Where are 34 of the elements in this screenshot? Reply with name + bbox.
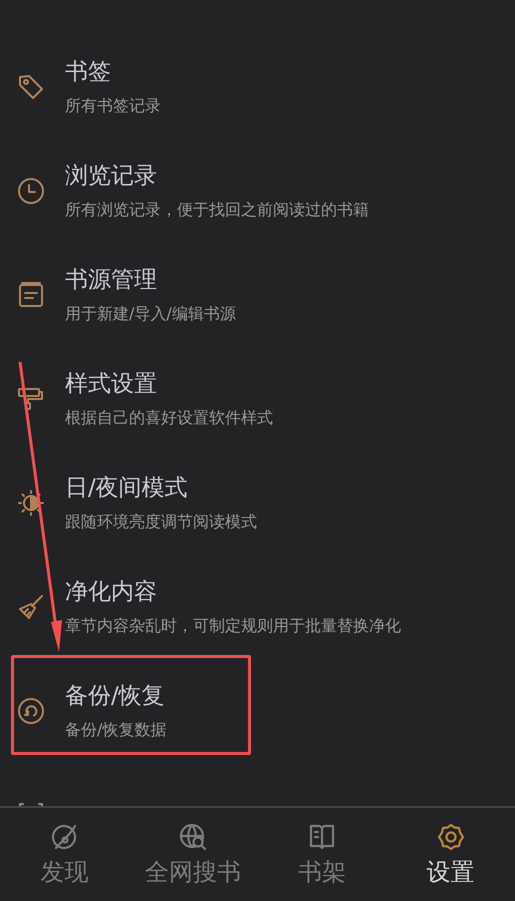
settings-item[interactable]: 书源管理 用于新建/导入/编辑书源	[0, 243, 515, 347]
item-title: 书签	[65, 58, 112, 87]
item-title: 样式设置	[65, 370, 158, 399]
item-subtitle: 所有书签记录	[65, 95, 161, 117]
nav-tab[interactable]: 全网搜书	[128, 808, 258, 901]
item-subtitle: 备份/恢复数据	[65, 719, 166, 741]
clock-icon	[17, 177, 45, 205]
item-title: 浏览记录	[65, 162, 158, 191]
item-title: 净化内容	[65, 578, 158, 607]
settings-item[interactable]: 净化内容 章节内容杂乱时，可制定规则用于批量替换净化	[0, 555, 515, 659]
item-title: 书源管理	[65, 266, 158, 295]
nav-tab[interactable]: 书架	[258, 808, 386, 901]
paint-roller-icon	[17, 385, 45, 413]
item-subtitle: 跟随环境亮度调节阅读模式	[65, 511, 257, 533]
nav-tab[interactable]: 设置	[386, 808, 515, 901]
item-subtitle: 所有浏览记录，便于找回之前阅读过的书籍	[65, 199, 369, 221]
contrast-icon	[17, 489, 45, 517]
settings-item[interactable]: 样式设置 根据自己的喜好设置软件样式	[0, 347, 515, 451]
document-icon	[17, 281, 45, 309]
item-title: 日/夜间模式	[65, 474, 189, 503]
nav-tab[interactable]: 发现	[0, 808, 129, 901]
globe-search-icon	[178, 822, 208, 852]
settings-item[interactable]: 书签 所有书签记录	[0, 35, 515, 139]
restore-icon	[17, 697, 45, 725]
settings-item[interactable]: 备份/恢复 备份/恢复数据	[0, 659, 515, 763]
broom-icon	[17, 593, 45, 621]
item-subtitle: 根据自己的喜好设置软件样式	[65, 407, 273, 429]
tag-icon	[17, 73, 45, 101]
item-subtitle: 章节内容杂乱时，可制定规则用于批量替换净化	[65, 615, 401, 637]
item-subtitle: 用于新建/导入/编辑书源	[65, 303, 236, 325]
settings-item[interactable]: 浏览记录 所有浏览记录，便于找回之前阅读过的书籍	[0, 139, 515, 243]
settings-icon	[436, 822, 466, 852]
settings-item[interactable]: 日/夜间模式 跟随环境亮度调节阅读模式	[0, 451, 515, 555]
item-title: 备份/恢复	[65, 682, 166, 711]
